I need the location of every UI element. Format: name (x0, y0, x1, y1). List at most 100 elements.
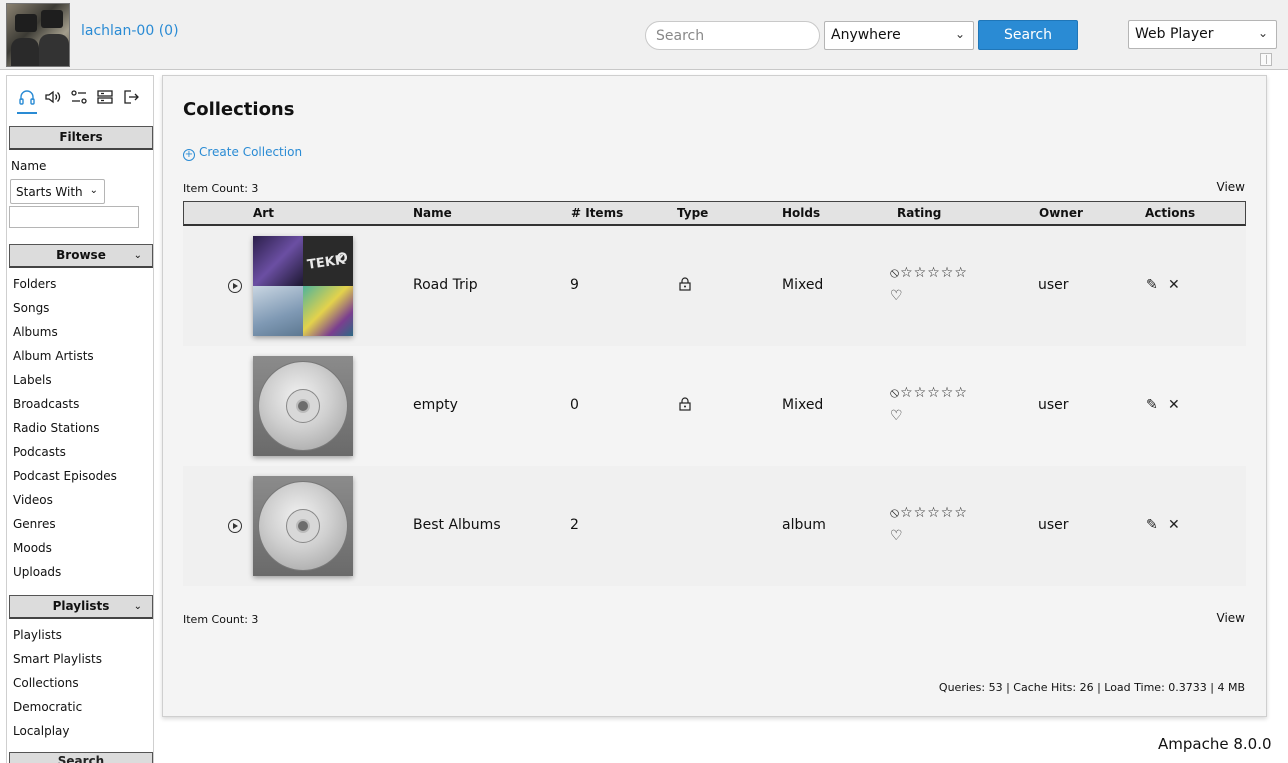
browse-header[interactable]: Browse ⌄ (9, 244, 153, 268)
speaker-icon[interactable] (44, 88, 62, 106)
album-art-tile (253, 286, 303, 336)
sidebar-item-playlists[interactable]: Playlists (13, 628, 62, 642)
chevron-down-icon: ⌄ (89, 185, 98, 196)
play-icon[interactable] (228, 279, 242, 293)
collection-item-count: 0 (570, 397, 579, 413)
sidebar-item-genres[interactable]: Genres (13, 517, 56, 531)
query-stats: Queries: 53 | Cache Hits: 26 | Load Time… (938, 681, 1245, 694)
delete-icon[interactable]: ✕ (1168, 397, 1180, 413)
collection-item-count: 2 (570, 517, 579, 533)
table-header: Art Name # Items Type Holds Rating Owner… (183, 201, 1246, 226)
create-collection-link[interactable]: + Create Collection (183, 145, 302, 161)
filters-header: Filters (9, 126, 153, 150)
heart-icon[interactable]: ♡ (890, 408, 903, 424)
play-icon[interactable] (228, 519, 242, 533)
view-toggle-top[interactable]: View (1217, 180, 1245, 194)
player-mode-value: Web Player (1135, 26, 1214, 42)
sidebar-item-moods[interactable]: Moods (13, 541, 52, 555)
collection-owner: user (1038, 277, 1069, 293)
edit-icon[interactable]: ✎ (1146, 277, 1158, 293)
lock-icon (679, 276, 691, 291)
item-count-bottom: Item Count: 3 (183, 613, 259, 626)
search-scope-select[interactable]: Anywhere ⌄ (824, 21, 974, 50)
preferences-icon[interactable] (70, 88, 88, 106)
sidebar-item-localplay[interactable]: Localplay (13, 724, 70, 738)
album-art-tile: TEKK O (303, 236, 353, 286)
app-version: Ampache 8.0.0 (1158, 735, 1272, 753)
col-type[interactable]: Type (677, 206, 708, 220)
username-link[interactable]: lachlan-00 (0) (81, 23, 179, 39)
sidebar-item-podcast-episodes[interactable]: Podcast Episodes (13, 469, 117, 483)
table-row: empty 0 Mixed ⦸☆☆☆☆☆ ♡ user ✎ ✕ (183, 346, 1246, 466)
sidebar-item-albums[interactable]: Albums (13, 325, 58, 339)
heart-icon[interactable]: ♡ (890, 528, 903, 544)
playlists-header[interactable]: Playlists ⌄ (9, 595, 153, 619)
collection-owner: user (1038, 397, 1069, 413)
collection-art[interactable]: TEKK O (253, 236, 353, 336)
avatar-figure (41, 10, 63, 28)
search-input[interactable] (645, 21, 820, 50)
match-mode-select[interactable]: Starts With ⌄ (10, 179, 105, 204)
sidebar-item-collections[interactable]: Collections (13, 676, 79, 690)
logout-icon[interactable] (122, 88, 140, 106)
browse-title: Browse (56, 248, 106, 262)
star-rating[interactable]: ⦸☆☆☆☆☆ (890, 265, 968, 281)
collection-name[interactable]: Best Albums (413, 517, 501, 533)
edit-icon[interactable]: ✎ (1146, 517, 1158, 533)
col-owner[interactable]: Owner (1039, 206, 1083, 220)
chevron-down-icon: ⌄ (133, 601, 142, 612)
avatar-figure (15, 14, 37, 32)
cd-hub (296, 519, 310, 533)
avatar-figure (11, 38, 39, 66)
sidebar-item-songs[interactable]: Songs (13, 301, 49, 315)
sidebar-item-album-artists[interactable]: Album Artists (13, 349, 94, 363)
filters-title: Filters (59, 130, 103, 144)
sidebar-item-labels[interactable]: Labels (13, 373, 52, 387)
search-button[interactable]: Search (978, 20, 1078, 50)
col-rating[interactable]: Rating (897, 206, 941, 220)
col-art[interactable]: Art (253, 206, 274, 220)
col-name[interactable]: Name (413, 206, 452, 220)
col-holds[interactable]: Holds (782, 206, 820, 220)
lock-icon (679, 396, 691, 411)
player-mode-select[interactable]: Web Player ⌄ (1128, 20, 1277, 49)
sidebar-tabs (7, 76, 153, 120)
col-items[interactable]: # Items (571, 206, 623, 220)
view-toggle-bottom[interactable]: View (1217, 611, 1245, 625)
collection-art[interactable] (253, 476, 353, 576)
sidebar-item-videos[interactable]: Videos (13, 493, 53, 507)
sidebar-item-podcasts[interactable]: Podcasts (13, 445, 66, 459)
active-tab-indicator (17, 112, 37, 114)
user-avatar[interactable] (6, 3, 70, 67)
collection-art[interactable] (253, 356, 353, 456)
collection-name[interactable]: Road Trip (413, 277, 478, 293)
sidebar-item-broadcasts[interactable]: Broadcasts (13, 397, 79, 411)
sidebar-toggle-icon[interactable] (1260, 53, 1272, 66)
sidebar-item-democratic[interactable]: Democratic (13, 700, 82, 714)
chevron-down-icon: ⌄ (954, 27, 965, 41)
delete-icon[interactable]: ✕ (1168, 517, 1180, 533)
heart-icon[interactable]: ♡ (890, 288, 903, 304)
sidebar-item-radio-stations[interactable]: Radio Stations (13, 421, 99, 435)
name-filter-label: Name (11, 159, 47, 173)
collection-name[interactable]: empty (413, 397, 458, 413)
chevron-down-icon: ⌄ (133, 250, 142, 261)
name-filter-input[interactable] (9, 206, 139, 228)
sidebar-item-smart-playlists[interactable]: Smart Playlists (13, 652, 102, 666)
match-mode-value: Starts With (16, 185, 83, 199)
delete-icon[interactable]: ✕ (1168, 277, 1180, 293)
search-scope-value: Anywhere (831, 27, 901, 43)
main-content: Collections + Create Collection Item Coun… (162, 75, 1267, 717)
star-rating[interactable]: ⦸☆☆☆☆☆ (890, 385, 968, 401)
edit-icon[interactable]: ✎ (1146, 397, 1158, 413)
plus-circle-icon: + (183, 149, 195, 161)
search-section-header[interactable]: Search (9, 752, 153, 763)
star-rating[interactable]: ⦸☆☆☆☆☆ (890, 505, 968, 521)
sidebar-item-uploads[interactable]: Uploads (13, 565, 61, 579)
headphones-icon[interactable] (18, 88, 36, 106)
sidebar: Filters Name Starts With ⌄ Browse ⌄ Fold… (6, 75, 154, 763)
sidebar-item-folders[interactable]: Folders (13, 277, 56, 291)
collection-item-count: 9 (570, 277, 579, 293)
chevron-down-icon: ⌄ (1257, 26, 1268, 40)
admin-icon[interactable] (96, 88, 114, 106)
